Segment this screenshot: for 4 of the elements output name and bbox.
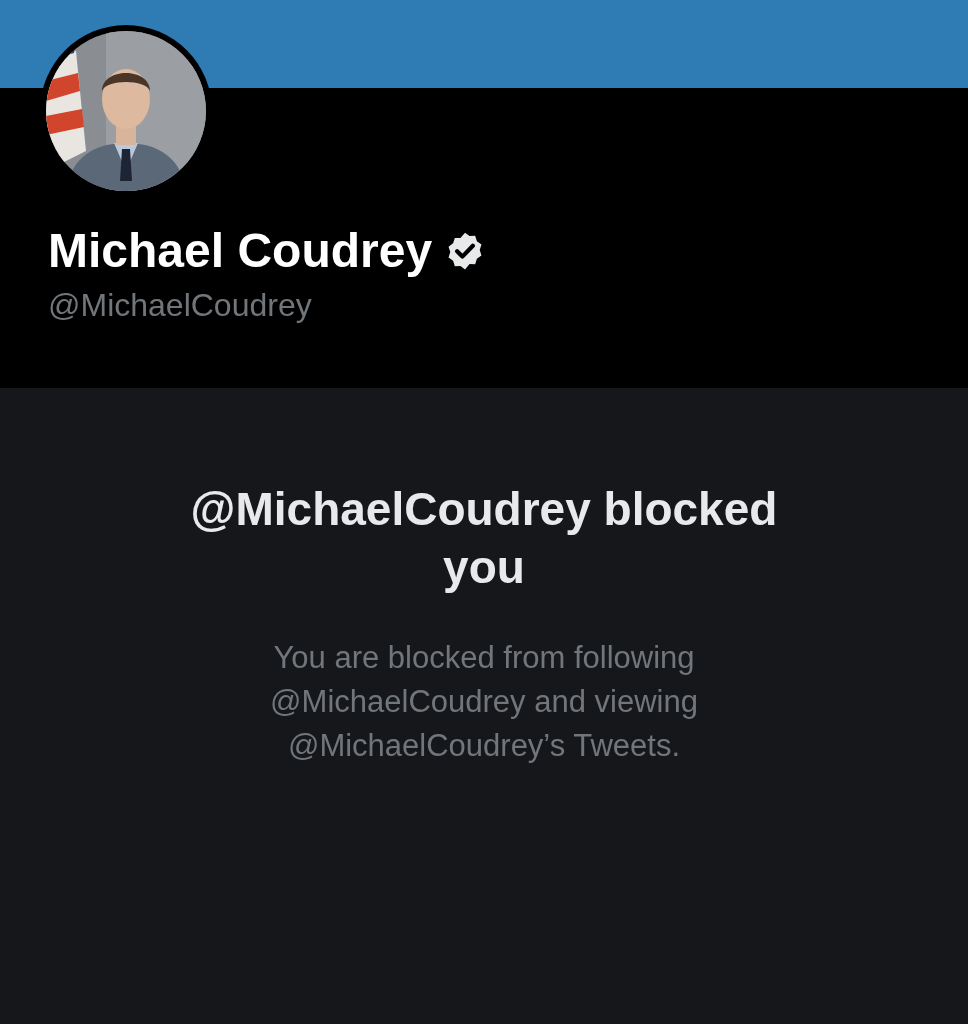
blocked-message: You are blocked from following @MichaelCoudrey and viewing @MichaelCoudrey’s Tweets. <box>269 639 699 765</box>
blocked-title: @MichaelCoudrey blocked you <box>189 482 779 595</box>
profile-name: Michael Coudrey <box>48 223 433 279</box>
profile-handle: @MichaelCoudrey <box>48 286 313 325</box>
